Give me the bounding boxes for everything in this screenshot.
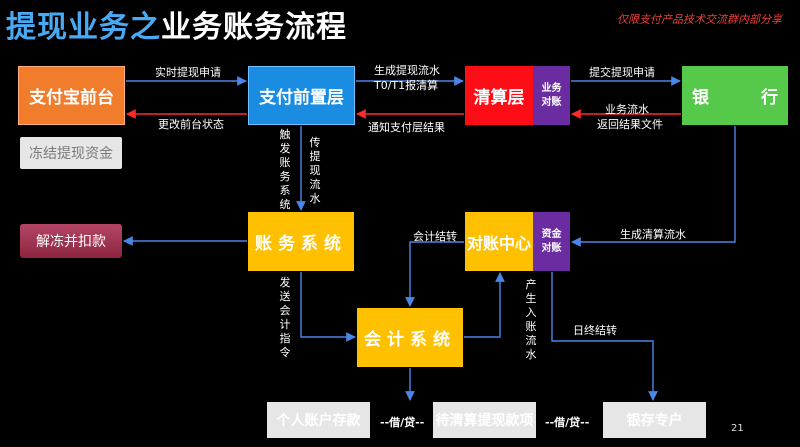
recon-center-box: 对账中心 bbox=[465, 212, 533, 271]
alipay-front-box: 支付宝前台 bbox=[18, 66, 125, 125]
business-recon-label: 业务对账 bbox=[541, 82, 562, 108]
label-eod-transfer: 日终结转 bbox=[573, 324, 617, 337]
freeze-funds-box: 冻结提现资金 bbox=[20, 137, 122, 169]
clearing-layer-box: 清算层 bbox=[465, 66, 533, 125]
label-debit-credit-1: --借/贷-- bbox=[380, 416, 425, 429]
personal-deposit-box: 个人账户存款 bbox=[267, 402, 370, 438]
bank-box: 银 行 bbox=[682, 66, 788, 125]
fund-recon-box: 资金对账 bbox=[533, 212, 570, 271]
label-send-flow: 传提现流水 bbox=[309, 136, 321, 205]
arrow-gen-entry bbox=[464, 272, 505, 338]
ledger-system-box: 会计系统 bbox=[357, 308, 463, 367]
arrow-accounting-transfer bbox=[405, 241, 464, 307]
label-gen-clear-flow: 生成清算流水 bbox=[620, 228, 686, 241]
account-system-box: 账务系统 bbox=[248, 212, 354, 271]
title-rest: 业务账务流程 bbox=[161, 10, 347, 45]
label-return-file: 返回结果文件 bbox=[597, 118, 663, 131]
bank-label-left: 银 bbox=[692, 88, 709, 108]
arrow-send-accounting bbox=[300, 272, 356, 342]
unfreeze-deduct-box: 解冻并扣款 bbox=[20, 224, 122, 258]
label-submit-request: 提交提现申请 bbox=[589, 66, 655, 79]
label-gen-flow: 生成提现流水 bbox=[374, 64, 440, 77]
bank-deposit-box: 银存专户 bbox=[603, 402, 706, 438]
label-biz-flow: 业务流水 bbox=[605, 103, 649, 116]
payment-front-layer-box: 支付前置层 bbox=[248, 66, 355, 125]
label-send-accounting: 发送会计指令 bbox=[279, 276, 291, 359]
arrow-clear-flow bbox=[571, 126, 736, 247]
pending-withdraw-box: 待清算提现款项 bbox=[433, 402, 536, 438]
page-title: 提现业务之业务账务流程 bbox=[6, 2, 347, 46]
label-trigger-account: 触发账务系统 bbox=[279, 128, 291, 211]
label-debit-credit-2: --借/贷-- bbox=[545, 416, 590, 429]
label-realtime-request: 实时提现申请 bbox=[155, 66, 221, 79]
label-gen-entry: 产生入账流水 bbox=[525, 278, 537, 361]
label-t0-t1: T0/T1报清算 bbox=[374, 79, 439, 92]
page-number: 21 bbox=[731, 423, 744, 434]
fund-recon-label: 资金对账 bbox=[541, 228, 562, 254]
label-change-status: 更改前台状态 bbox=[158, 118, 224, 131]
bank-label-right: 行 bbox=[761, 88, 778, 108]
label-notify-result: 通知支付层结果 bbox=[368, 121, 445, 134]
label-accounting-transfer: 会计结转 bbox=[413, 230, 457, 243]
business-recon-box: 业务对账 bbox=[533, 66, 570, 125]
share-notice: 仅限支付产品技术交流群内部分享 bbox=[617, 13, 782, 26]
title-highlight: 提现业务之 bbox=[6, 10, 161, 45]
